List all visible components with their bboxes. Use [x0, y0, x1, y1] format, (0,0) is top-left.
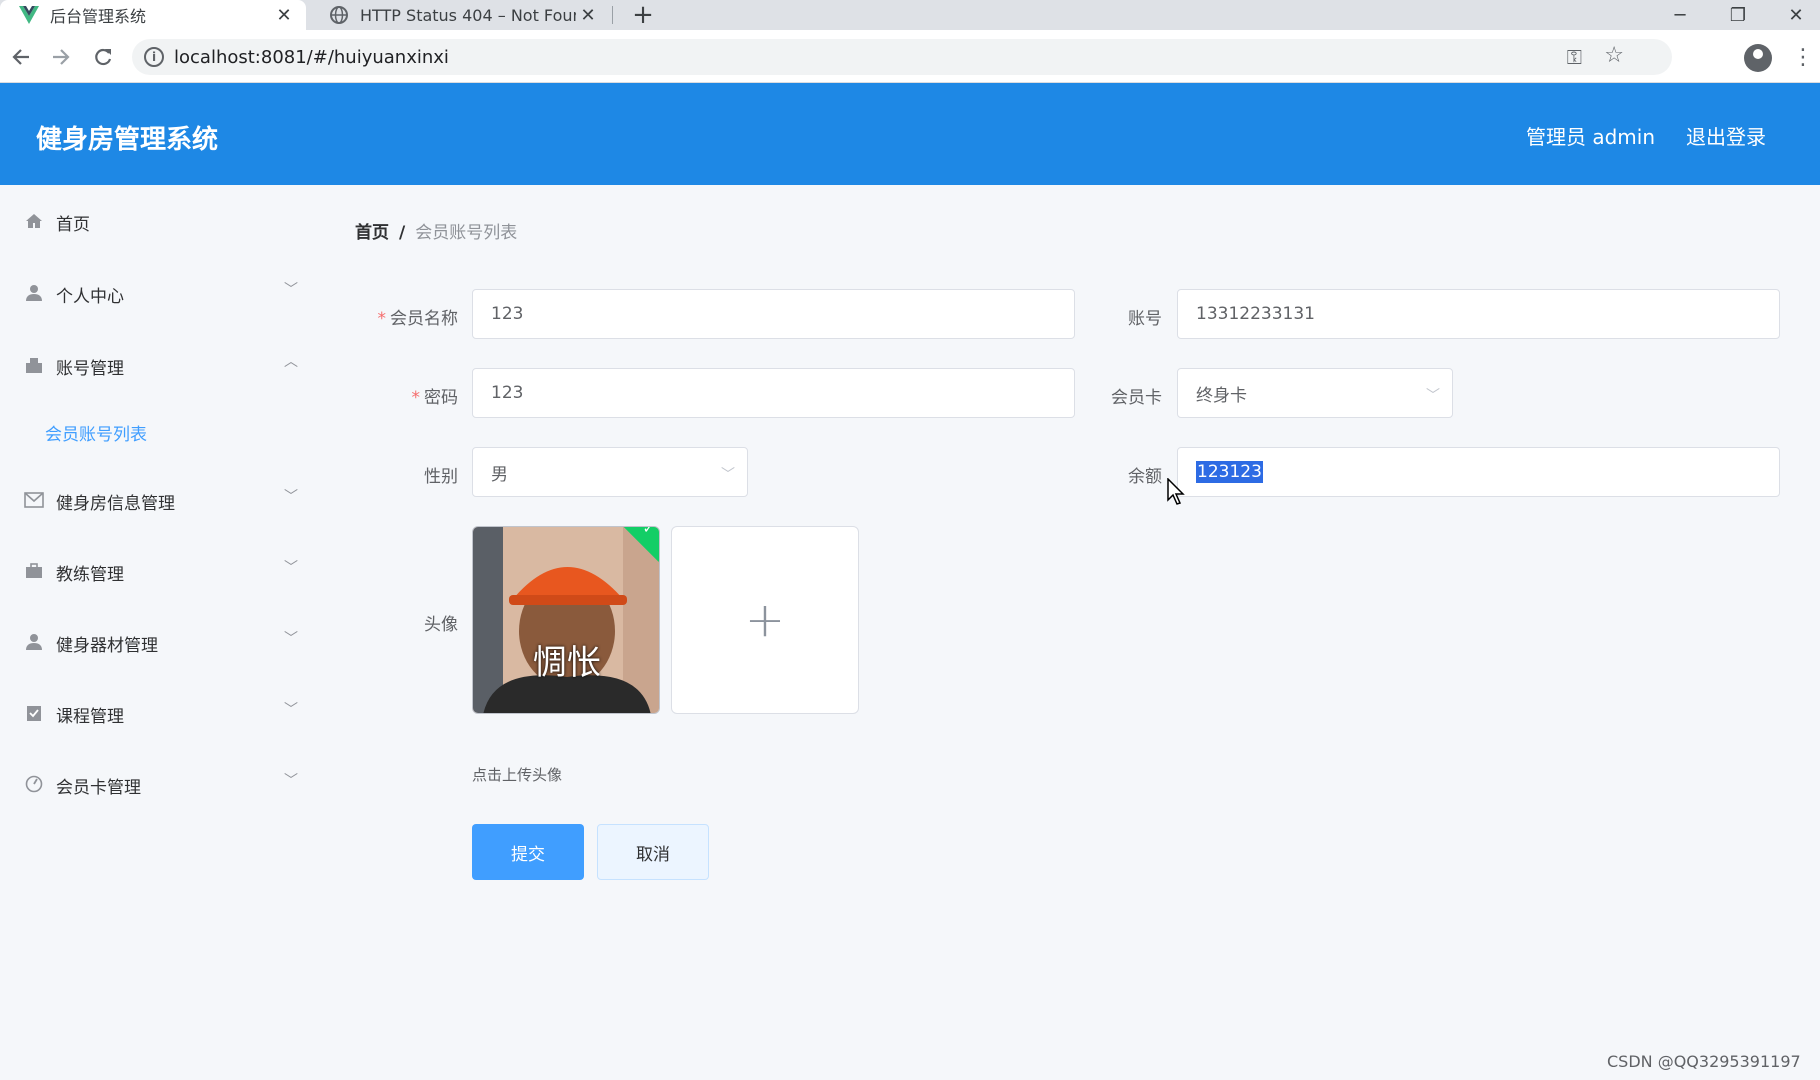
current-user: 管理员 admin — [1526, 125, 1656, 149]
plus-icon: + — [744, 592, 786, 648]
bookmark-star-icon[interactable]: ☆ — [1604, 43, 1624, 68]
browser-tab-active[interactable]: 后台管理系统 ✕ — [0, 0, 306, 30]
sidebar-item-equipment[interactable]: 健身器材管理 ﹀ — [0, 622, 330, 662]
chevron-down-icon: ﹀ — [284, 773, 298, 789]
chevron-down-icon: ﹀ — [284, 282, 298, 298]
reload-icon[interactable] — [88, 42, 118, 72]
member-card-select[interactable]: 终身卡 ﹀ — [1177, 368, 1453, 418]
balance-value: 123123 — [1196, 461, 1263, 483]
chevron-down-icon: ﹀ — [284, 631, 298, 647]
tab-title: HTTP Status 404 – Not Found — [360, 5, 576, 25]
site-info-icon[interactable]: i — [144, 47, 164, 67]
gender-select[interactable]: 男 ﹀ — [472, 447, 748, 497]
briefcase-icon — [24, 561, 44, 581]
member-card-label: 会员卡 — [1111, 388, 1162, 408]
avatar-upload-button[interactable]: + — [671, 526, 859, 714]
chevron-down-icon: ﹀ — [284, 560, 298, 576]
avatar-label: 头像 — [424, 615, 458, 635]
globe-icon — [328, 4, 350, 26]
member-name-input[interactable]: 123 — [472, 289, 1075, 339]
member-name-label: * 会员名称 — [377, 309, 459, 329]
tab-title: 后台管理系统 — [50, 7, 147, 26]
cancel-button[interactable]: 取消 — [597, 824, 709, 880]
sidebar-item-label: 个人中心 — [56, 287, 124, 307]
sidebar-item-profile[interactable]: 个人中心 ﹀ — [0, 273, 330, 313]
chevron-down-icon: ﹀ — [721, 467, 735, 483]
address-bar[interactable]: i localhost:8081/#/huiyuanxinxi ⚿ ☆ — [132, 39, 1672, 75]
url-text: localhost:8081/#/huiyuanxinxi — [174, 47, 449, 68]
sidebar-item-label: 健身房信息管理 — [56, 494, 175, 514]
logout-link[interactable]: 退出登录 — [1686, 121, 1766, 150]
gender-value: 男 — [491, 464, 508, 485]
new-tab-button[interactable]: + — [628, 0, 658, 30]
home-icon — [24, 211, 44, 231]
sidebar-item-label: 首页 — [56, 215, 90, 235]
minimize-icon[interactable]: ─ — [1652, 0, 1708, 30]
back-arrow-icon[interactable] — [6, 42, 36, 72]
password-input[interactable]: 123 — [472, 368, 1075, 418]
mail-icon — [24, 490, 44, 510]
forward-arrow-icon[interactable] — [46, 42, 76, 72]
breadcrumb-home[interactable]: 首页 — [355, 223, 389, 243]
sidebar-item-label: 教练管理 — [56, 565, 124, 585]
chevron-down-icon: ﹀ — [284, 702, 298, 718]
browser-menu-icon[interactable]: ⋮ — [1792, 44, 1814, 72]
submit-button[interactable]: 提交 — [472, 824, 584, 880]
chevron-down-icon: ﹀ — [1426, 388, 1440, 404]
breadcrumb: 首页 / 会员账号列表 — [355, 218, 517, 243]
dashboard-icon — [24, 774, 44, 794]
check-icon: ✓ — [642, 526, 655, 538]
app-title: 健身房管理系统 — [36, 125, 219, 155]
browser-tab[interactable]: HTTP Status 404 – Not Found ✕ — [310, 0, 610, 30]
account-icon — [24, 355, 44, 375]
restore-icon[interactable]: ❐ — [1710, 0, 1766, 30]
balance-label: 余额 — [1128, 467, 1162, 487]
breadcrumb-separator: / — [399, 223, 406, 243]
clipboard-icon — [24, 703, 44, 723]
user-icon — [24, 283, 44, 303]
browser-tab-strip: 后台管理系统 ✕ HTTP Status 404 – Not Found ✕ +… — [0, 0, 1820, 30]
chevron-up-icon: ︿ — [284, 354, 298, 370]
sidebar-item-label: 课程管理 — [56, 707, 124, 727]
sidebar-item-coach[interactable]: 教练管理 ﹀ — [0, 551, 330, 591]
password-label: * 密码 — [411, 388, 459, 408]
gender-label: 性别 — [424, 467, 458, 487]
key-icon[interactable]: ⚿ — [1567, 45, 1582, 69]
chevron-down-icon: ﹀ — [284, 489, 298, 505]
sidebar-item-account[interactable]: 账号管理 ︿ — [0, 345, 330, 385]
member-card-value: 终身卡 — [1196, 385, 1247, 406]
sidebar-item-course[interactable]: 课程管理 ﹀ — [0, 693, 330, 733]
sidebar-item-member-card[interactable]: 会员卡管理 ﹀ — [0, 764, 330, 804]
sidebar: 首页 个人中心 ﹀ 账号管理 ︿ 会员账号列表 健身房信息管理 ﹀ 教练管理 ﹀… — [0, 185, 330, 1080]
browser-toolbar: i localhost:8081/#/huiyuanxinxi ⚿ ☆ — [0, 30, 1820, 83]
mouse-cursor-icon — [1167, 477, 1185, 510]
account-label: 账号 — [1128, 309, 1162, 329]
avatar-caption: 惆怅 — [533, 643, 601, 683]
sidebar-item-home[interactable]: 首页 — [0, 201, 330, 241]
sidebar-item-gym-info[interactable]: 健身房信息管理 ﹀ — [0, 480, 330, 520]
avatar-image[interactable]: 惆怅 ✓ — [472, 526, 660, 714]
tab-divider — [612, 6, 613, 24]
app-header: 健身房管理系统 管理员 admin 退出登录 — [0, 83, 1820, 185]
tab-close-icon[interactable]: ✕ — [272, 5, 296, 26]
profile-avatar-icon[interactable] — [1744, 44, 1772, 72]
user-icon — [24, 632, 44, 652]
sidebar-item-label: 会员卡管理 — [56, 778, 141, 798]
watermark: CSDN @QQ3295391197 — [1607, 1052, 1801, 1071]
upload-tip: 点击上传头像 — [472, 766, 563, 784]
sidebar-item-label: 账号管理 — [56, 359, 124, 379]
tab-close-icon[interactable]: ✕ — [576, 5, 600, 26]
sidebar-item-label: 健身器材管理 — [56, 636, 158, 656]
window-close-icon[interactable]: ✕ — [1768, 0, 1820, 30]
balance-input[interactable]: 123123 — [1177, 447, 1780, 497]
account-input[interactable]: 13312233131 — [1177, 289, 1780, 339]
breadcrumb-current: 会员账号列表 — [415, 223, 518, 243]
avatar-photo — [473, 527, 659, 713]
vue-logo-icon — [18, 4, 40, 26]
sidebar-subitem-member-list[interactable]: 会员账号列表 — [45, 420, 147, 445]
